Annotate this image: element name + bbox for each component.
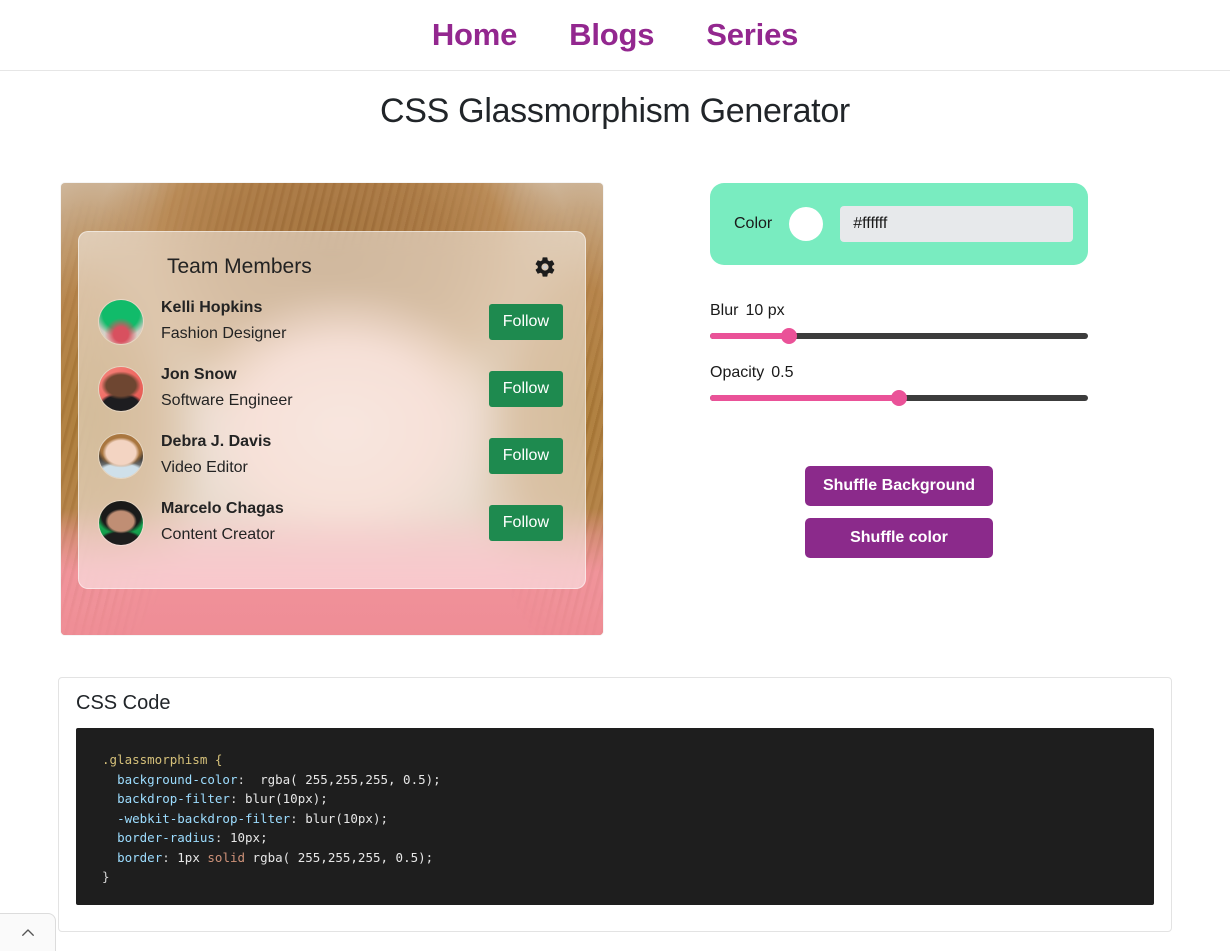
glass-preview-area: Team Members Kelli Hopkins Fashion Desig… (61, 183, 603, 635)
card-header: Team Members (97, 246, 567, 288)
blur-control: Blur 10 px (710, 302, 1088, 344)
controls-panel: Color Blur 10 px Opacity 0.5 (710, 183, 1088, 558)
member-row: Kelli Hopkins Fashion Designer Follow (97, 288, 567, 355)
avatar (99, 299, 143, 344)
opacity-control: Opacity 0.5 (710, 364, 1088, 406)
nav-link-series[interactable]: Series (706, 17, 798, 53)
member-role: Video Editor (161, 458, 248, 476)
member-role: Fashion Designer (161, 324, 287, 342)
blur-value: 10 px (745, 302, 785, 319)
member-role: Content Creator (161, 525, 275, 543)
scroll-to-top-button[interactable] (0, 913, 56, 951)
color-label: Color (734, 215, 773, 232)
nav-link-home[interactable]: Home (432, 17, 518, 53)
shuffle-background-button[interactable]: Shuffle Background (805, 466, 993, 506)
opacity-value: 0.5 (771, 364, 794, 381)
nav-link-blogs[interactable]: Blogs (569, 17, 654, 53)
follow-button[interactable]: Follow (488, 504, 563, 541)
blur-slider[interactable] (710, 328, 1088, 344)
avatar (99, 433, 143, 478)
member-info: Kelli Hopkins Fashion Designer (161, 296, 489, 347)
member-info: Debra J. Davis Video Editor (161, 430, 489, 481)
opacity-slider[interactable] (710, 390, 1088, 406)
opacity-label: Opacity 0.5 (710, 364, 1088, 382)
blur-slider-fill (710, 333, 790, 339)
css-code-title: CSS Code (76, 692, 171, 714)
shuffle-buttons: Shuffle Background Shuffle color (710, 466, 1088, 558)
follow-button[interactable]: Follow (488, 370, 563, 407)
card-title: Team Members (167, 255, 312, 278)
color-swatch[interactable] (789, 207, 824, 241)
member-name: Marcelo Chagas (161, 499, 284, 517)
gear-icon[interactable] (533, 255, 557, 279)
member-row: Jon Snow Software Engineer Follow (97, 355, 567, 422)
member-name: Jon Snow (161, 365, 237, 383)
follow-button[interactable]: Follow (488, 437, 563, 474)
member-name: Debra J. Davis (161, 432, 272, 450)
chevron-up-icon (19, 924, 37, 942)
blur-slider-thumb[interactable] (781, 328, 798, 344)
opacity-slider-thumb[interactable] (891, 390, 907, 406)
member-row: Debra J. Davis Video Editor Follow (97, 422, 567, 489)
color-hex-input[interactable] (840, 206, 1074, 242)
glassmorphism-card: Team Members Kelli Hopkins Fashion Desig… (78, 231, 586, 589)
navbar: Home Blogs Series (0, 0, 1230, 71)
opacity-slider-fill (710, 395, 899, 401)
color-control: Color (710, 183, 1088, 265)
avatar (99, 500, 143, 545)
blur-label: Blur 10 px (710, 302, 1088, 320)
main-content: Team Members Kelli Hopkins Fashion Desig… (0, 131, 1230, 636)
avatar (99, 366, 143, 411)
opacity-label-text: Opacity (710, 364, 765, 381)
page-title: CSS Glassmorphism Generator (380, 92, 850, 130)
member-row: Marcelo Chagas Content Creator Follow (97, 489, 567, 556)
blur-label-text: Blur (710, 302, 739, 319)
follow-button[interactable]: Follow (488, 303, 563, 340)
css-code-block[interactable]: .glassmorphism { background-color: rgba(… (76, 728, 1154, 905)
css-code-card: CSS Code .glassmorphism { background-col… (58, 677, 1172, 932)
member-info: Jon Snow Software Engineer (161, 363, 489, 414)
member-info: Marcelo Chagas Content Creator (161, 497, 489, 548)
member-role: Software Engineer (161, 391, 293, 409)
member-name: Kelli Hopkins (161, 298, 263, 316)
shuffle-color-button[interactable]: Shuffle color (805, 518, 993, 558)
